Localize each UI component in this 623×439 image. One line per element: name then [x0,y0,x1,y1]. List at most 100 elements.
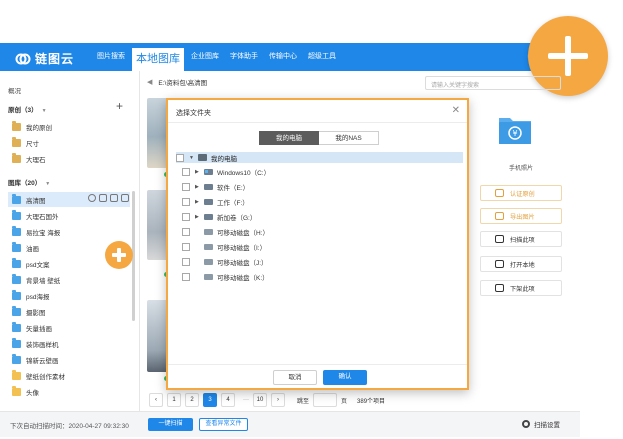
sidebar-item-my-originals[interactable]: 我的原创 [12,119,132,134]
lock-icon [495,284,504,292]
scan-item-button[interactable]: 扫描此项 [480,231,562,247]
chain-logo-icon [15,51,31,67]
drive-icon [204,199,213,205]
page-jump-input[interactable] [313,393,338,407]
sidebar-item-marble-foreign[interactable]: 大理石国外 [12,208,132,223]
page-button-current[interactable]: 3 [203,393,217,407]
overview-label: 概况 [8,88,21,95]
nav-item-enterprise-library[interactable]: 企业图库 [186,43,224,71]
page-button[interactable]: 1 [167,393,181,407]
checkbox[interactable] [182,273,190,281]
tree-item-drive-h[interactable]: 可移动磁盘（H:） [182,226,269,238]
expand-right-icon[interactable]: ▶ [195,199,201,205]
checkbox[interactable] [182,198,190,206]
nav-item-font-assistant[interactable]: 字体助手 [225,43,263,71]
main-nav: 图片搜索 本地图库 企业图库 字体助手 传输中心 超级工具 [92,43,342,71]
checkbox[interactable] [182,258,190,266]
tab-my-nas[interactable]: 我的NAS [319,131,379,145]
one-click-scan-button[interactable]: 一键扫描 [148,418,193,431]
page-button[interactable]: 4 [221,393,235,407]
tree-item-drive-c[interactable]: ▶ Windows10（C:） [182,166,270,178]
originals-section-title[interactable]: 原创（3） ▼ [8,104,47,114]
expand-right-icon[interactable]: ▶ [195,184,201,190]
tab-my-computer[interactable]: 我的电脑 [259,131,319,145]
removable-drive-icon [204,259,213,265]
nav-item-super-tools[interactable]: 超级工具 [303,43,341,71]
checkbox[interactable] [182,243,190,251]
view-error-files-button[interactable]: 查看异常文件 [199,418,248,431]
nav-item-local-library[interactable]: 本地图库 [131,47,185,71]
svg-text:¥: ¥ [512,129,517,138]
folder-icon [12,209,21,220]
confirm-button[interactable]: 确认 [323,370,367,385]
takedown-icon[interactable] [121,194,129,202]
copyright-icon[interactable] [88,194,96,202]
tree-item-drive-k[interactable]: 可移动磁盘（K:） [182,271,269,283]
tree-item-my-computer[interactable]: ▼ 我的电脑 [176,152,463,163]
folder-icon [12,289,21,300]
search-input[interactable]: 请输入关键字搜索 [425,76,561,90]
library-section-title[interactable]: 图库（20） ▼ [8,177,50,187]
sidebar-item-vector[interactable]: 矢量插画 [12,320,132,335]
takedown-item-button[interactable]: 下架此项 [480,280,562,296]
sidebar-item-cloud-murals[interactable]: 锦新云壁画 [12,352,132,367]
folder-icon [12,353,21,364]
checkbox[interactable] [176,153,184,162]
chevron-right-icon[interactable]: › [271,393,285,407]
add-library-plus-icon[interactable] [105,241,133,269]
current-path: E:\资料包\高清图 [158,80,208,87]
app-name: 链图云 [35,52,75,66]
add-original-plus-icon[interactable]: + [116,99,123,113]
export-images-button[interactable]: 导出图片 [480,208,562,224]
tree-item-drive-g[interactable]: ▶ 新加卷（G:） [182,211,256,223]
expand-right-icon[interactable]: ▶ [195,214,201,220]
close-icon[interactable]: ✕ [452,105,460,116]
checkbox[interactable] [182,213,190,221]
certify-original-button[interactable]: 认证原创 [480,185,562,201]
tree-item-drive-f[interactable]: ▶ 工作（F:） [182,196,249,208]
folder-icon [12,152,21,163]
folder-icon [12,241,21,252]
sidebar-item-wallpaper[interactable]: 背景墙 壁纸 [12,272,132,287]
sidebar-item-photography[interactable]: 摄影图 [12,304,132,319]
open-folder-icon[interactable] [110,194,118,202]
sidebar-item-hd-images[interactable]: 高清图 [8,192,130,207]
sidebar-item-marble[interactable]: 大理石 [12,151,132,166]
removable-drive-icon [204,229,213,235]
expand-right-icon[interactable]: ▶ [195,169,201,175]
computer-icon [198,154,207,161]
app-logo[interactable]: 链图云 [15,50,74,67]
dialog-footer-divider [168,364,467,365]
tree-item-drive-e[interactable]: ▶ 软件（E:） [182,181,249,193]
scan-settings-button[interactable]: 扫描设置 [522,419,560,429]
top-navigation-bar: 链图云 图片搜索 本地图库 企业图库 字体助手 传输中心 超级工具 ivan ☰… [0,43,580,71]
sidebar-item-psd-poster[interactable]: psd海报 [12,288,132,303]
sidebar-item-avatar[interactable]: 头像 [12,384,132,399]
sidebar-item-wallpaper-material[interactable]: 壁纸创作素材 [12,368,132,383]
folder-icon [12,193,21,204]
page-button[interactable]: 10 [253,393,267,407]
back-arrow-icon[interactable]: ◀ [147,78,152,86]
folder-icon [12,305,21,316]
open-local-button[interactable]: 打开本地 [480,256,562,272]
nav-item-image-search[interactable]: 图片搜索 [92,43,130,71]
select-folder-dialog: 选择文件夹 ✕ 我的电脑 我的NAS ▼ 我的电脑 ▶ Windows10（C:… [166,98,469,390]
divider [168,122,467,123]
sidebar-item-size[interactable]: 尺寸 [12,135,132,150]
checkbox[interactable] [182,183,190,191]
folder-icon [12,120,21,131]
scan-icon[interactable] [99,194,107,202]
tree-item-drive-j[interactable]: 可移动磁盘（J:） [182,256,268,268]
cancel-button[interactable]: 取消 [273,370,317,385]
page-button[interactable]: 2 [185,393,199,407]
chevron-left-icon[interactable]: ‹ [149,393,163,407]
checkbox[interactable] [182,168,190,176]
expand-down-icon[interactable]: ▼ [189,155,195,161]
sidebar-item-mockup[interactable]: 装饰画样机 [12,336,132,351]
tree-item-drive-i[interactable]: 可移动磁盘（I:） [182,241,266,253]
removable-drive-icon [204,244,213,250]
checkbox[interactable] [182,228,190,236]
nav-item-transfer-center[interactable]: 传输中心 [264,43,302,71]
path-bar: ◀ E:\资料包\高清图 [147,77,207,87]
sidebar-item-rollup-poster[interactable]: 易拉宝 海报 [12,224,132,239]
